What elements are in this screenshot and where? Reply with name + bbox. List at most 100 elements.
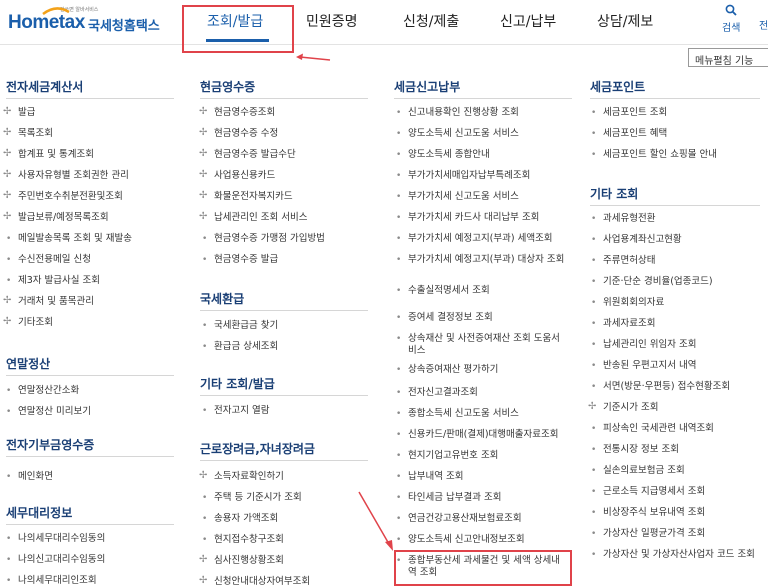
list-item-label: 수출실적명세서 조회	[408, 285, 490, 296]
list-item[interactable]: • 비상장주식 보유내역 조회	[591, 507, 705, 519]
list-item[interactable]: ✢ 신청안내대상자여부조회	[199, 575, 310, 588]
list-item[interactable]: • 타인세금 납부결과 조회	[396, 492, 501, 504]
list-item-label: 메인화면	[18, 471, 53, 482]
list-item[interactable]: • 환급금 상세조회	[202, 341, 279, 353]
nav-civil-certificate[interactable]: 민원증명	[306, 11, 358, 31]
list-item[interactable]: • 현금영수증 발급	[202, 254, 278, 266]
list-item[interactable]: ✢ 발급보류/예정목록조회	[3, 211, 109, 224]
list-item[interactable]: ✢ 발급	[3, 106, 35, 119]
list-item[interactable]: • 종합소득세 신고도움 서비스	[396, 408, 519, 420]
list-item[interactable]: ✢ 목록조회	[3, 127, 53, 140]
list-item[interactable]: ✢ 기준시가 조회	[588, 401, 658, 414]
list-item[interactable]: • 세금포인트 조회	[591, 107, 667, 119]
list-item[interactable]: • 부가가치세 신고도움 서비스	[396, 191, 519, 203]
list-item[interactable]: ✢ 주민번호수취분전환및조회	[3, 190, 123, 203]
search-label: 검색	[722, 23, 741, 34]
list-item[interactable]: ✢ 사용자유형별 조회권한 관리	[3, 169, 129, 182]
list-item[interactable]: • 연말정산 미리보기	[6, 406, 91, 418]
list-item[interactable]: ✢ 거래처 및 품목관리	[3, 295, 94, 308]
list-item[interactable]: • 서면(방문·우편등) 접수현황조회	[591, 381, 730, 393]
list-item[interactable]: • 전통시장 정보 조회	[591, 444, 679, 456]
list-item[interactable]: ✢ 기타조회	[3, 316, 53, 329]
dot-bullet-icon: •	[396, 192, 402, 202]
list-item[interactable]: • 제3자 발급사실 조회	[6, 275, 100, 287]
nav-report-pay[interactable]: 신고/납부	[500, 11, 556, 31]
list-item[interactable]: • 국세환급금 찾기	[202, 320, 278, 332]
list-item[interactable]: • 전자신고결과조회	[396, 387, 478, 399]
list-item[interactable]: ✢ 소득자료확인하기	[199, 470, 284, 483]
list-item[interactable]: • 양도소득세 신고안내정보조회	[396, 534, 525, 546]
section-divider	[200, 395, 368, 396]
section-title-other: 기타 조회	[590, 187, 639, 201]
section-divider	[590, 98, 760, 99]
list-item[interactable]: • 부가가치세 카드사 대리납부 조회	[396, 212, 539, 224]
list-item[interactable]: • 양도소득세 종합안내	[396, 149, 490, 161]
list-item[interactable]: • 연말정산간소화	[6, 385, 79, 397]
list-item[interactable]: • 위원회회의자료	[591, 297, 664, 309]
list-item[interactable]: • 주류면허상태	[591, 255, 655, 267]
list-item[interactable]: • 납부내역 조회	[396, 471, 463, 483]
list-item-label: 심사진행상황조회	[214, 555, 284, 566]
list-item[interactable]: • 현금영수증 가맹점 가입방법	[202, 233, 325, 245]
list-item[interactable]: ✢ 심사진행상황조회	[199, 554, 284, 567]
dot-bullet-icon: •	[6, 472, 12, 482]
list-item[interactable]: • 나의신고대리수임동의	[6, 554, 105, 566]
list-item[interactable]: • 상속증여재산 평가하기	[396, 364, 568, 376]
list-item[interactable]: ✢ 화물운전자복지카드	[199, 190, 293, 203]
list-item[interactable]: • 세금포인트 할인 쇼핑몰 안내	[591, 149, 717, 161]
list-item[interactable]: • 피상속인 국세관련 내역조회	[591, 423, 714, 435]
list-item[interactable]: • 기준·단순 경비율(업종코드)	[591, 276, 713, 288]
list-item[interactable]: ✢ 납세관리인 조회 서비스	[199, 211, 308, 224]
list-item[interactable]: • 과세유형전환	[591, 213, 655, 225]
list-item[interactable]: • 수신전용메일 신청	[6, 254, 91, 266]
menu-expand-button[interactable]: 메뉴펼침 기능	[688, 48, 768, 67]
list-item[interactable]: • 세금포인트 혜택	[591, 128, 667, 140]
list-item[interactable]: • 부가가치세 예정고지(부과) 대상자 조회	[396, 254, 568, 266]
list-item[interactable]: ✢ 현금영수증 발급수단	[199, 148, 296, 161]
section-divider	[200, 460, 368, 461]
list-item[interactable]: ✢ 현금영수증 수정	[199, 127, 278, 140]
list-item[interactable]: • 메일발송목록 조회 및 재발송	[6, 233, 132, 245]
list-item[interactable]: • 나의세무대리수임동의	[6, 533, 105, 545]
list-item[interactable]: • 나의세무대리인조회	[6, 575, 97, 587]
dot-bullet-icon: •	[591, 340, 597, 350]
list-item[interactable]: • 현지기업고유번호 조회	[396, 450, 498, 462]
list-item[interactable]: • 주택 등 기준시가 조회	[202, 492, 302, 504]
dot-bullet-icon: •	[396, 234, 402, 244]
list-item[interactable]: • 부가가치세 예정고지(부과) 세액조회	[396, 233, 553, 245]
list-item[interactable]: ✢ 현금영수증조회	[199, 106, 275, 119]
list-item-label: 납세관리인 조회 서비스	[214, 212, 308, 223]
list-item[interactable]: • 수출실적명세서 조회	[396, 285, 568, 297]
list-item[interactable]: • 전자고지 열람	[202, 405, 269, 417]
list-item[interactable]: • 가상자산 일평균가격 조회	[591, 528, 705, 540]
list-item[interactable]: • 연금건강고용산재보험료조회	[396, 513, 522, 525]
list-item[interactable]: • 신고내용확인 진행상황 조회	[396, 107, 519, 119]
list-item[interactable]: • 사업용계좌신고현황	[591, 234, 682, 246]
header-extra-label[interactable]: 전	[759, 17, 768, 32]
list-item[interactable]: • 과세자료조회	[591, 318, 655, 330]
list-item[interactable]: • 양도소득세 신고도움 서비스	[396, 128, 519, 140]
list-item-label: 가상자산 및 가상자산사업자 코드 조회	[603, 549, 755, 560]
list-item[interactable]: • 신용카드/판매(결제)대행매출자료조회	[396, 429, 558, 441]
search-button[interactable]: 검색	[722, 4, 740, 34]
list-item[interactable]: • 가상자산 및 가상자산사업자 코드 조회	[591, 549, 763, 561]
nav-apply-submit[interactable]: 신청/제출	[403, 11, 459, 31]
dot-bullet-icon: •	[591, 424, 597, 434]
list-item[interactable]: • 근로소득 지급명세서 조회	[591, 486, 705, 498]
list-item-label: 환급금 상세조회	[214, 341, 279, 352]
list-item[interactable]: ✢ 합계표 및 통계조회	[3, 148, 94, 161]
list-item[interactable]: • 납세관리인 위임자 조회	[591, 339, 696, 351]
nav-consult-report[interactable]: 상담/제보	[597, 11, 653, 31]
list-item[interactable]: • 현지접수창구조회	[202, 534, 284, 546]
list-item[interactable]: • 메인화면	[6, 471, 53, 483]
list-item[interactable]: • 부가가치세매입자납부특례조회	[396, 170, 530, 182]
list-item[interactable]: • 반송된 우편고지서 내역	[591, 360, 696, 372]
section-divider	[394, 98, 572, 99]
list-item[interactable]: • 송용자 가액조회	[202, 513, 278, 525]
dot-bullet-icon: •	[591, 487, 597, 497]
list-item[interactable]: ✢ 사업용신용카드	[199, 169, 275, 182]
list-item[interactable]: • 실손의료보험금 조회	[591, 465, 685, 477]
plus-bullet-icon: ✢	[199, 169, 208, 180]
list-item[interactable]: • 상속재산 및 사전증여재산 조회 도움서비스	[396, 333, 568, 357]
list-item[interactable]: • 증여세 결정정보 조회	[396, 312, 493, 324]
